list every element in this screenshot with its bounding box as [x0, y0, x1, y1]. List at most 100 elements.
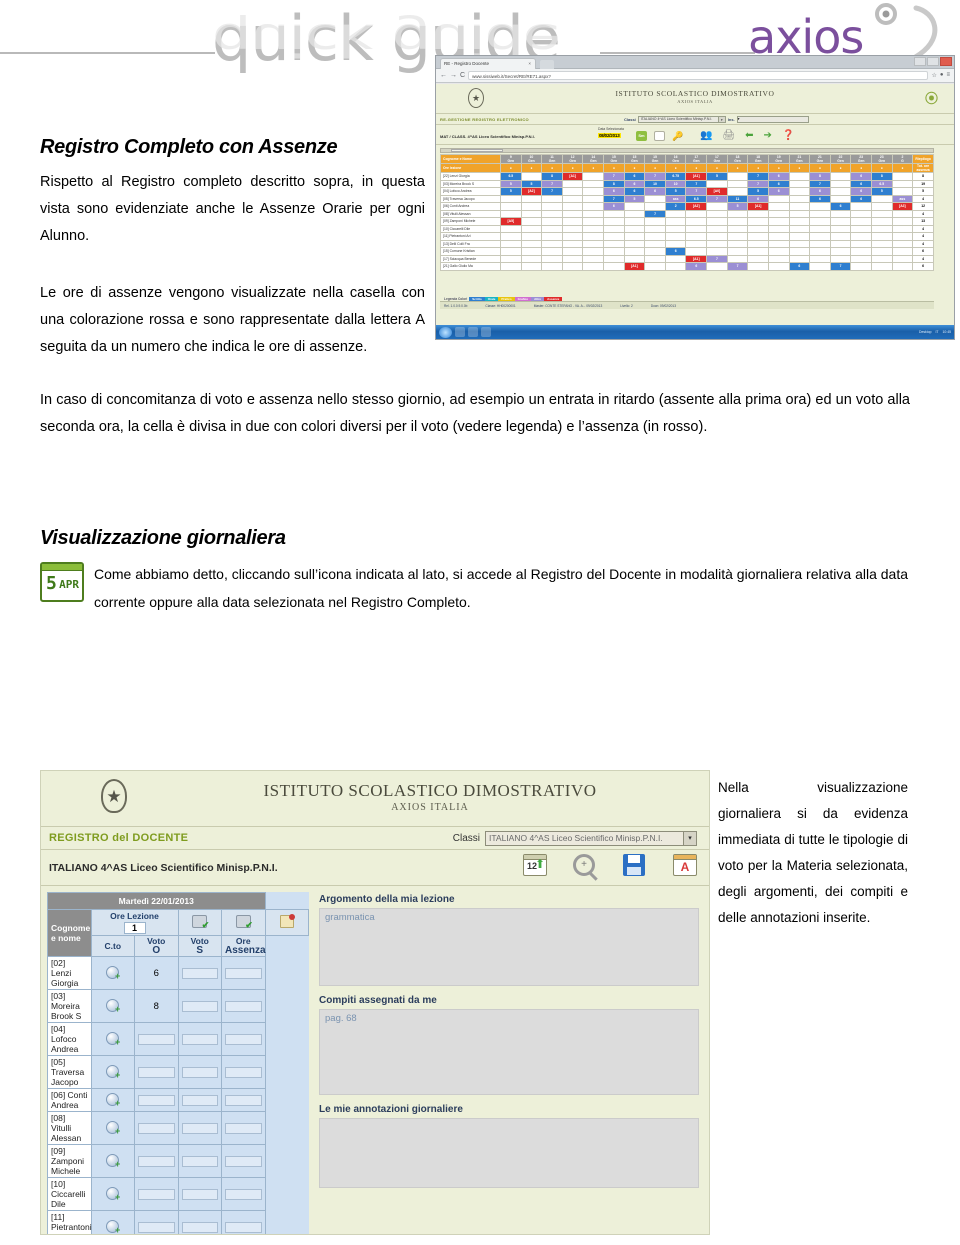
grid-cell[interactable]: [685, 247, 708, 256]
grid-cell[interactable]: [582, 217, 605, 226]
bookmark-star-icon[interactable]: ☆: [931, 72, 936, 79]
grid-cell[interactable]: [582, 262, 605, 271]
grid-cell[interactable]: [747, 239, 769, 248]
grid-cell-grade[interactable]: 7: [603, 172, 625, 181]
table-row[interactable]: [13] Delli Colli Fra 4: [440, 239, 934, 248]
grid-cell[interactable]: [829, 217, 852, 226]
grid-cell[interactable]: [500, 262, 522, 271]
grid-ore-cell[interactable]: ●: [809, 163, 831, 173]
grid-cell[interactable]: [582, 224, 605, 233]
grid-ore-cell[interactable]: ●: [582, 163, 605, 173]
daily-voto-s-cell[interactable]: [177, 1022, 222, 1056]
grid-cell[interactable]: [520, 224, 543, 233]
grid-cell[interactable]: [829, 254, 852, 263]
grid-cell[interactable]: [767, 194, 790, 203]
grid-cell[interactable]: [582, 232, 605, 241]
grid-cell[interactable]: [829, 209, 852, 218]
grid-cell-grade[interactable]: 6: [788, 262, 811, 271]
grid-cell[interactable]: [623, 232, 646, 241]
grid-cell[interactable]: [561, 239, 584, 248]
grid-ore-cell[interactable]: ●: [767, 163, 790, 173]
grid-cell[interactable]: [603, 254, 625, 263]
table-row[interactable]: [17] Sciacqua Benede [A1] 7 4: [440, 254, 934, 263]
grid-ore-cell[interactable]: ●: [603, 163, 625, 173]
taskbar-item-1[interactable]: [455, 327, 465, 337]
grid-cell-grade[interactable]: 5: [726, 202, 749, 211]
grid-ore-cell[interactable]: ●: [788, 163, 811, 173]
grid-cell[interactable]: [747, 247, 769, 256]
daily-cto-cell[interactable]: [90, 989, 135, 1023]
grid-cell[interactable]: [520, 239, 543, 248]
grid-cell[interactable]: [726, 232, 749, 241]
grid-cell[interactable]: [500, 224, 522, 233]
panel-textarea[interactable]: [319, 1118, 699, 1188]
grid-cell[interactable]: [809, 202, 831, 211]
grid-cell[interactable]: [870, 239, 893, 248]
daily-voto-s-cell[interactable]: [177, 1055, 222, 1089]
grid-cell[interactable]: [767, 209, 790, 218]
grid-cell[interactable]: [829, 172, 852, 181]
grid-cell[interactable]: [870, 232, 893, 241]
minimize-button[interactable]: [914, 57, 926, 66]
daily-ore-assenza-cell[interactable]: [221, 1088, 266, 1112]
grid-cell[interactable]: [603, 217, 625, 226]
daily-cto-cell[interactable]: [90, 1177, 135, 1211]
grid-cell[interactable]: [561, 224, 584, 233]
grid-cell[interactable]: [891, 232, 914, 241]
grid-cell[interactable]: [726, 247, 749, 256]
grid-cell-grade[interactable]: 5: [500, 179, 522, 188]
grid-cell[interactable]: [809, 217, 831, 226]
grid-cell[interactable]: [685, 239, 708, 248]
absence-tool-button[interactable]: A: [673, 854, 699, 880]
class-select-2[interactable]: ITALIANO 4^AS Liceo Scientifico Minisp.P…: [485, 831, 697, 846]
grid-cell[interactable]: [500, 232, 522, 241]
grid-cell[interactable]: [520, 232, 543, 241]
grid-cell[interactable]: [664, 262, 687, 271]
daily-voto-s-cell[interactable]: [177, 1144, 222, 1178]
grid-cell[interactable]: [520, 262, 543, 271]
grid-cell-grade[interactable]: 5: [520, 179, 543, 188]
grid-cell[interactable]: [603, 247, 625, 256]
new-tab-button[interactable]: [540, 60, 554, 69]
grid-cell[interactable]: [603, 239, 625, 248]
grid-cell[interactable]: [809, 247, 831, 256]
grid-cell[interactable]: [747, 209, 769, 218]
grid-cell[interactable]: [788, 179, 811, 188]
grid-cell[interactable]: [500, 239, 522, 248]
grid-cell-grade[interactable]: 8: [541, 172, 563, 181]
grid-cell[interactable]: [829, 187, 852, 196]
grid-cell[interactable]: [644, 254, 666, 263]
grid-cell-grade[interactable]: 6.75: [664, 172, 687, 181]
grid-cell[interactable]: [788, 194, 811, 203]
grid-cell-grade[interactable]: 6: [767, 179, 790, 188]
grid-cell-grade[interactable]: 6: [623, 179, 646, 188]
grid-cell[interactable]: [582, 179, 605, 188]
grid-cell[interactable]: [500, 254, 522, 263]
grid-cell[interactable]: [891, 262, 914, 271]
grid-cell[interactable]: [644, 239, 666, 248]
grid-cell[interactable]: [850, 209, 872, 218]
grid-cell[interactable]: [561, 209, 584, 218]
grid-cell[interactable]: [520, 202, 543, 211]
grid-cell-grade[interactable]: 6: [623, 187, 646, 196]
grid-cell[interactable]: [541, 247, 563, 256]
grid-cell[interactable]: [541, 254, 563, 263]
grid-cell[interactable]: [561, 247, 584, 256]
grid-cell-grade[interactable]: 7: [644, 172, 666, 181]
grid-cell[interactable]: [644, 232, 666, 241]
grid-cell[interactable]: [788, 232, 811, 241]
daily-voto-s-cell[interactable]: [177, 1111, 222, 1145]
grid-cell[interactable]: [767, 254, 790, 263]
table-row[interactable]: [15] Comune Kristian 6 6: [440, 247, 934, 256]
table-row[interactable]: [08] Vitulli Alessan 7 4: [440, 209, 934, 218]
grid-ore-cell[interactable]: ●: [520, 163, 543, 173]
grid-cell[interactable]: [767, 232, 790, 241]
grid-ore-cell[interactable]: ●: [685, 163, 708, 173]
table-row[interactable]: [06] Conti Andrea: [47, 1088, 309, 1112]
grid-cell[interactable]: [891, 254, 914, 263]
grid-cell-grade[interactable]: 7: [706, 254, 728, 263]
grid-cell[interactable]: [891, 224, 914, 233]
grid-cell-grade[interactable]: 8: [809, 172, 831, 181]
grid-cell[interactable]: [726, 209, 749, 218]
grid-cell[interactable]: [706, 179, 728, 188]
